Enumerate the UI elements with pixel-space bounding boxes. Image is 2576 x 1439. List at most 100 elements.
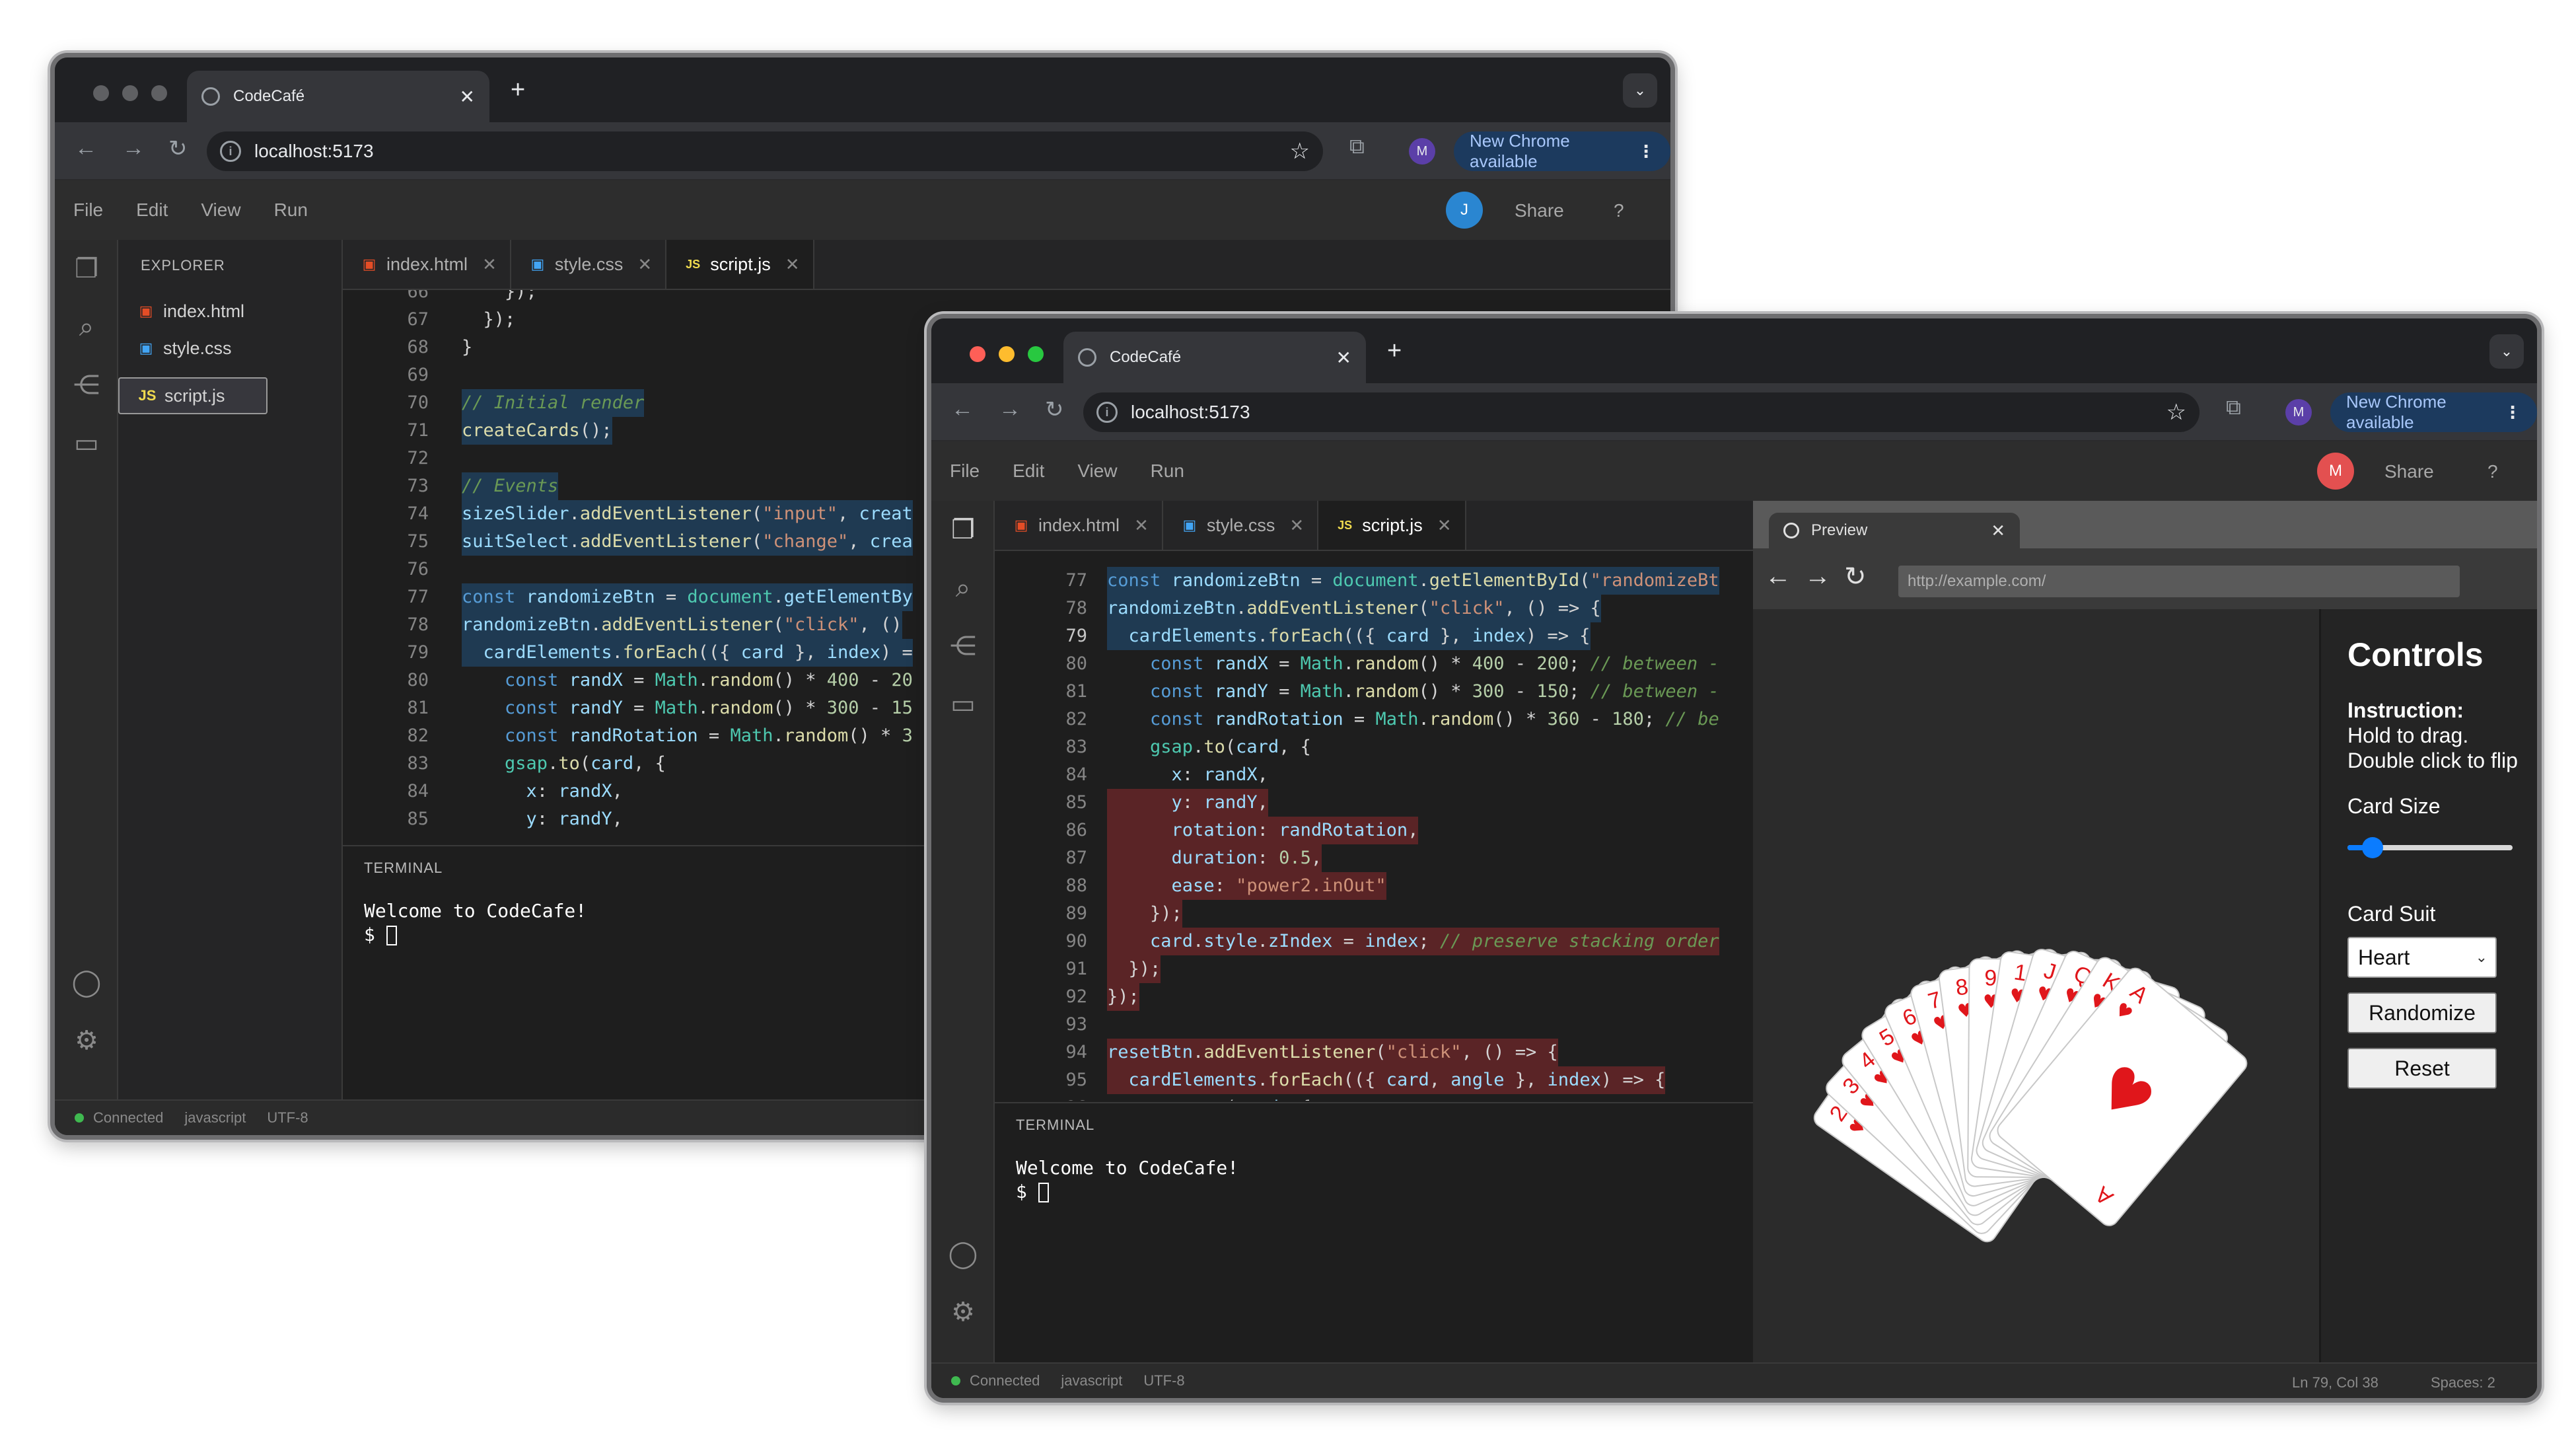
file-item-index-html[interactable]: ▣ index.html bbox=[118, 293, 341, 330]
account-icon[interactable]: ◯ bbox=[71, 967, 102, 998]
preview-tab[interactable]: Preview ✕ bbox=[1769, 513, 2020, 548]
close-tab-icon[interactable]: ✕ bbox=[460, 86, 475, 108]
forward-arrow-icon[interactable]: → bbox=[122, 135, 145, 161]
menu-file[interactable]: File bbox=[950, 461, 980, 482]
close-icon[interactable]: ✕ bbox=[1437, 515, 1452, 536]
menu-run[interactable]: Run bbox=[1151, 461, 1184, 482]
forward-arrow-icon[interactable]: → bbox=[999, 396, 1021, 422]
chat-icon[interactable]: ▭ bbox=[71, 427, 102, 459]
search-icon[interactable]: ⌕ bbox=[71, 311, 102, 343]
tab-style-css[interactable]: ▣ style.css ✕ bbox=[1163, 501, 1319, 550]
tab-index-html[interactable]: ▣ index.html ✕ bbox=[343, 240, 511, 289]
card-fan[interactable]: 2♥3♥4♥5♥6♥7♥8♥9♥10♥J♥Q♥ K♥ A♥♥A bbox=[1753, 609, 2301, 1398]
tab-index-html[interactable]: ▣ index.html ✕ bbox=[995, 501, 1163, 550]
code-editor[interactable]: 66 }); 67 }); 68} 69 70// Initial render 71 cr… bbox=[343, 290, 1003, 845]
status-language: javascript bbox=[1061, 1372, 1123, 1389]
menu-file[interactable]: File bbox=[73, 200, 103, 221]
close-dot[interactable] bbox=[970, 346, 985, 362]
reset-button[interactable]: Reset bbox=[2347, 1048, 2497, 1089]
files-icon[interactable]: ❐ bbox=[71, 253, 102, 285]
preview-url-input[interactable]: http://example.com/ bbox=[1898, 566, 2460, 597]
close-icon[interactable]: ✕ bbox=[1134, 515, 1149, 536]
card-rank: 9 bbox=[1984, 965, 1997, 990]
code-line: 79 cardElements.forEach(({ card }, index… bbox=[995, 622, 1753, 650]
files-icon[interactable]: ❐ bbox=[947, 514, 979, 546]
zoom-dot[interactable] bbox=[151, 85, 167, 101]
minimize-dot[interactable] bbox=[122, 85, 138, 101]
back-arrow-icon[interactable]: ← bbox=[1765, 562, 1791, 591]
user-avatar[interactable]: M bbox=[2317, 453, 2354, 490]
reload-icon[interactable]: ↻ bbox=[1844, 562, 1867, 592]
card-fan-canvas[interactable]: 2 ♥ 3 ♥ 4 ♥ 5 ♥ 6 ♥ 7 ♥ 8 ♥ 9 ♥ 10 ♥ J ♥ Q ♥ K ♥ A ♥ ♥ A bbox=[1753, 609, 2319, 1362]
more-menu-icon[interactable]: ⋮ bbox=[2504, 402, 2521, 423]
close-icon[interactable]: ✕ bbox=[785, 254, 800, 275]
new-tab-icon[interactable]: + bbox=[511, 76, 525, 104]
randomize-button[interactable]: Randomize bbox=[2347, 992, 2497, 1033]
menu-run[interactable]: Run bbox=[274, 200, 308, 221]
line-number: 92 bbox=[1065, 986, 1087, 1007]
menu-edit[interactable]: Edit bbox=[1013, 461, 1044, 482]
site-info-icon[interactable]: i bbox=[1096, 402, 1118, 423]
new-tab-icon[interactable]: + bbox=[1387, 337, 1402, 365]
close-dot[interactable] bbox=[93, 85, 109, 101]
cursor-position[interactable]: Ln 79, Col 38 bbox=[2292, 1374, 2379, 1391]
tab-script-js[interactable]: JS script.js ✕ bbox=[1318, 501, 1466, 550]
tab-search-chevron-icon[interactable]: ⌄ bbox=[2489, 334, 2524, 369]
back-arrow-icon[interactable]: ← bbox=[75, 135, 97, 161]
address-bar[interactable]: i localhost:5173 ☆ bbox=[1083, 392, 2200, 432]
zoom-dot[interactable] bbox=[1028, 346, 1044, 362]
close-icon[interactable]: ✕ bbox=[1289, 515, 1304, 536]
settings-gear-icon[interactable]: ⚙ bbox=[71, 1025, 102, 1056]
code-editor[interactable]: 77 const randomizeBtn = document.getEleme… bbox=[995, 567, 1753, 1101]
tab-style-css[interactable]: ▣ style.css ✕ bbox=[511, 240, 667, 289]
bookmark-star-icon[interactable]: ☆ bbox=[2166, 399, 2186, 425]
reload-icon[interactable]: ↻ bbox=[1045, 396, 1064, 423]
search-icon[interactable]: ⌕ bbox=[947, 572, 979, 604]
close-icon[interactable]: ✕ bbox=[1991, 521, 2005, 541]
back-arrow-icon[interactable]: ← bbox=[951, 396, 974, 422]
share-button[interactable]: Share bbox=[1515, 200, 1564, 221]
tab-script-js[interactable]: JS script.js ✕ bbox=[666, 240, 814, 289]
minimize-dot[interactable] bbox=[999, 346, 1015, 362]
user-avatar[interactable]: J bbox=[1446, 192, 1483, 229]
line-number: 71 bbox=[407, 420, 429, 441]
card-size-slider[interactable] bbox=[2347, 837, 2513, 858]
profile-avatar[interactable]: M bbox=[2285, 399, 2312, 425]
close-icon[interactable]: ✕ bbox=[637, 254, 652, 275]
profile-avatar[interactable]: M bbox=[1409, 138, 1435, 165]
account-icon[interactable]: ◯ bbox=[947, 1238, 979, 1270]
indent-spaces[interactable]: Spaces: 2 bbox=[2431, 1374, 2495, 1391]
close-tab-icon[interactable]: ✕ bbox=[1336, 347, 1351, 369]
menu-view[interactable]: View bbox=[201, 200, 240, 221]
terminal-panel[interactable]: TERMINAL Welcome to CodeCafe! $ bbox=[995, 1102, 1753, 1362]
reload-icon[interactable]: ↻ bbox=[168, 135, 188, 162]
browser-tab[interactable]: CodeCafé ✕ bbox=[1063, 332, 1366, 383]
close-icon[interactable]: ✕ bbox=[482, 254, 497, 275]
file-item-style-css[interactable]: ▣ style.css bbox=[118, 330, 341, 367]
extensions-icon[interactable]: ⧉ bbox=[1349, 134, 1365, 159]
explorer-title: EXPLORER bbox=[141, 257, 225, 274]
forward-arrow-icon[interactable]: → bbox=[1805, 562, 1831, 591]
menu-edit[interactable]: Edit bbox=[136, 200, 168, 221]
slider-knob[interactable] bbox=[2362, 837, 2383, 858]
help-button[interactable]: ? bbox=[2487, 461, 2498, 482]
extensions-icon[interactable]: ⧉ bbox=[2226, 395, 2241, 420]
site-info-icon[interactable]: i bbox=[220, 141, 241, 162]
help-button[interactable]: ? bbox=[1614, 200, 1624, 221]
menu-view[interactable]: View bbox=[1077, 461, 1117, 482]
file-item-script-js[interactable]: JS script.js bbox=[118, 377, 268, 414]
share-graph-icon[interactable]: ⋲ bbox=[71, 369, 102, 401]
js-file-icon: JS bbox=[138, 387, 157, 404]
settings-gear-icon[interactable]: ⚙ bbox=[947, 1296, 979, 1328]
new-chrome-button[interactable]: New Chrome available ⋮ bbox=[1454, 131, 1670, 171]
new-chrome-button[interactable]: New Chrome available ⋮ bbox=[2330, 392, 2537, 432]
card-suit-select[interactable]: Heart ⌄ bbox=[2347, 937, 2497, 978]
share-button[interactable]: Share bbox=[2384, 461, 2434, 482]
bookmark-star-icon[interactable]: ☆ bbox=[1290, 138, 1310, 165]
address-bar[interactable]: i localhost:5173 ☆ bbox=[207, 131, 1323, 171]
browser-tab[interactable]: CodeCafé ✕ bbox=[187, 71, 489, 122]
share-graph-icon[interactable]: ⋲ bbox=[947, 630, 979, 662]
chat-icon[interactable]: ▭ bbox=[947, 688, 979, 720]
tab-search-chevron-icon[interactable]: ⌄ bbox=[1623, 73, 1657, 108]
more-menu-icon[interactable]: ⋮ bbox=[1637, 141, 1655, 162]
